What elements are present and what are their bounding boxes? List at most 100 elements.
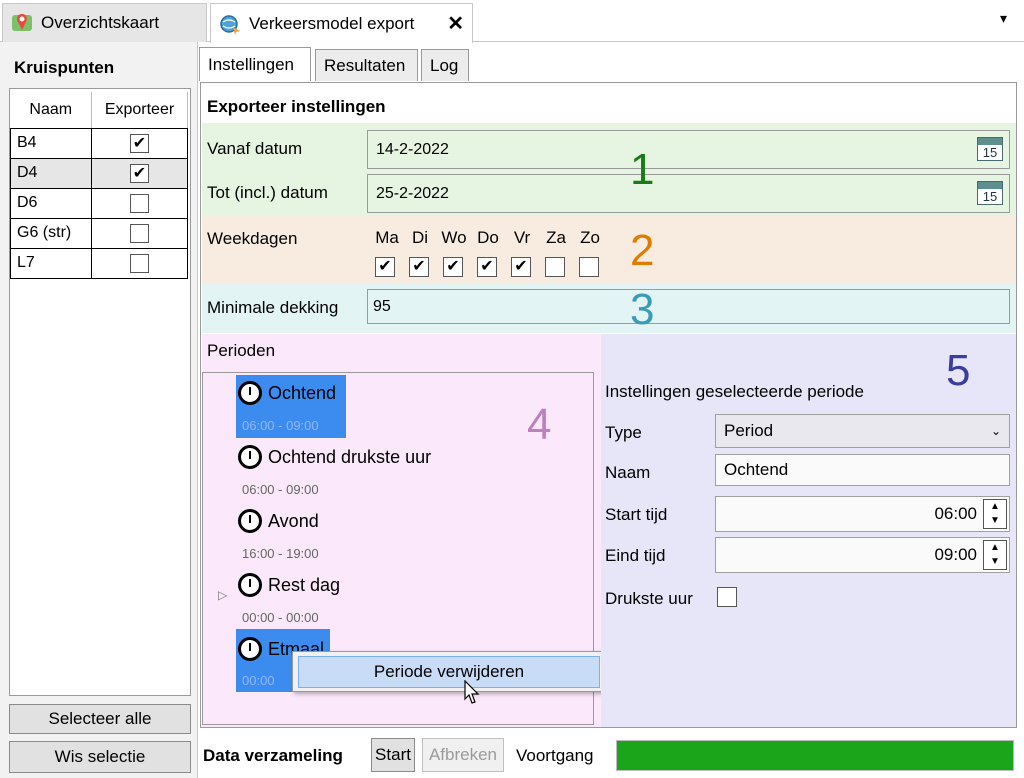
coverage-label: Minimale dekking bbox=[207, 298, 339, 317]
start-time-value: 06:00 bbox=[934, 504, 977, 523]
row-name: L7 bbox=[10, 247, 92, 279]
tab-overzichtskaart[interactable]: Overzichtskaart bbox=[2, 3, 207, 42]
type-value: Period bbox=[724, 421, 774, 440]
end-time-value: 09:00 bbox=[934, 545, 977, 564]
end-time-label: Eind tijd bbox=[605, 546, 666, 565]
select-all-button[interactable]: Selecteer alle bbox=[9, 704, 191, 734]
table-row[interactable]: B4 ✔ bbox=[10, 127, 188, 159]
clock-icon bbox=[238, 445, 262, 469]
table-row[interactable]: G6 (str) bbox=[10, 217, 188, 249]
start-time-spinner[interactable]: ▲ ▼ bbox=[983, 499, 1007, 529]
to-date-picker[interactable]: 25-2-2022 15 bbox=[367, 174, 1010, 213]
column-header-naam[interactable]: Naam bbox=[10, 92, 92, 129]
delete-period-menu-item[interactable]: Periode verwijderen bbox=[298, 656, 600, 688]
period-item-ochtend[interactable]: Ochtend bbox=[238, 381, 336, 405]
clock-icon bbox=[238, 637, 262, 661]
weekday-headers: Ma Di Wo Do Vr Za Zo bbox=[371, 228, 607, 248]
end-time-input[interactable]: 09:00 ▲ ▼ bbox=[715, 537, 1010, 573]
selected-period-title: Instellingen geselecteerde periode bbox=[605, 382, 864, 401]
tab-label: Overzichtskaart bbox=[41, 13, 160, 32]
kruispunten-table: Naam Exporteer B4 ✔ D4 ✔ D6 G6 (str) L7 bbox=[10, 92, 188, 279]
spin-up-icon[interactable]: ▲ bbox=[984, 541, 1006, 555]
section-title: Exporteer instellingen bbox=[207, 97, 386, 116]
busiest-hour-checkbox[interactable] bbox=[717, 587, 737, 607]
tab-verkeersmodel-export[interactable]: Verkeersmodel export ✕ bbox=[210, 3, 473, 43]
zone-marker-2: 2 bbox=[630, 226, 655, 275]
from-date-label: Vanaf datum bbox=[207, 139, 303, 158]
mouse-cursor-icon bbox=[464, 680, 480, 704]
weekday-checkbox-ma[interactable]: ✔ bbox=[375, 257, 395, 277]
spin-up-icon[interactable]: ▲ bbox=[984, 500, 1006, 514]
type-select[interactable]: Period ⌄ bbox=[715, 414, 1010, 448]
name-value: Ochtend bbox=[724, 460, 789, 479]
name-input[interactable]: Ochtend bbox=[715, 454, 1010, 486]
period-item-ochtend-drukste-uur[interactable]: Ochtend drukste uur bbox=[238, 445, 431, 469]
close-icon[interactable]: ✕ bbox=[447, 11, 464, 36]
from-date-picker[interactable]: 14-2-2022 15 bbox=[367, 130, 1010, 169]
name-label: Naam bbox=[605, 463, 651, 482]
table-row[interactable]: L7 bbox=[10, 247, 188, 279]
export-checkbox[interactable] bbox=[130, 253, 149, 273]
calendar-icon[interactable]: 15 bbox=[977, 181, 1003, 205]
weekday-vr: Vr bbox=[513, 228, 531, 247]
clear-selection-button[interactable]: Wis selectie bbox=[9, 741, 191, 773]
weekday-ma: Ma bbox=[375, 228, 399, 247]
period-item-rest-dag[interactable]: Rest dag bbox=[238, 573, 340, 597]
period-item-avond[interactable]: Avond bbox=[238, 509, 319, 533]
data-collection-title: Data verzameling bbox=[203, 746, 343, 765]
table-row[interactable]: D4 ✔ bbox=[10, 157, 188, 189]
row-name: D4 bbox=[10, 157, 92, 189]
tab-log[interactable]: Log bbox=[421, 49, 469, 81]
tab-overflow-icon[interactable]: ▾ bbox=[1000, 10, 1007, 27]
start-time-label: Start tijd bbox=[605, 505, 668, 524]
weekdays-label: Weekdagen bbox=[207, 229, 298, 248]
abort-button[interactable]: Afbreken bbox=[422, 738, 504, 772]
kruispunten-title: Kruispunten bbox=[14, 58, 115, 77]
weekday-checkbox-zo[interactable] bbox=[579, 257, 599, 277]
chevron-down-icon: ⌄ bbox=[990, 424, 1001, 438]
zone-marker-1: 1 bbox=[630, 145, 655, 194]
export-checkbox[interactable] bbox=[130, 193, 149, 213]
weekday-zo: Zo bbox=[580, 228, 600, 247]
expand-arrow-icon[interactable]: ▷ bbox=[218, 588, 227, 602]
spin-down-icon[interactable]: ▼ bbox=[984, 555, 1006, 569]
start-time-input[interactable]: 06:00 ▲ ▼ bbox=[715, 496, 1010, 532]
weekday-checkbox-di[interactable]: ✔ bbox=[409, 257, 429, 277]
end-time-spinner[interactable]: ▲ ▼ bbox=[983, 540, 1007, 570]
to-date-label: Tot (incl.) datum bbox=[207, 183, 328, 202]
progress-label: Voortgang bbox=[516, 746, 594, 765]
progress-bar bbox=[616, 740, 1014, 771]
export-checkbox[interactable]: ✔ bbox=[130, 133, 149, 153]
period-time: 06:00 - 09:00 bbox=[242, 482, 319, 497]
calendar-icon[interactable]: 15 bbox=[977, 137, 1003, 161]
periods-label: Perioden bbox=[207, 341, 276, 360]
clock-icon bbox=[238, 509, 262, 533]
spin-down-icon[interactable]: ▼ bbox=[984, 514, 1006, 528]
tab-label: Verkeersmodel export bbox=[249, 13, 415, 33]
weekday-checkbox-vr[interactable]: ✔ bbox=[511, 257, 531, 277]
from-date-value: 14-2-2022 bbox=[376, 140, 449, 158]
map-pin-icon bbox=[12, 14, 32, 31]
export-checkbox[interactable] bbox=[130, 223, 149, 243]
zone-marker-3: 3 bbox=[630, 285, 655, 334]
weekday-checkbox-za[interactable] bbox=[545, 257, 565, 277]
period-time: 00:00 - 00:00 bbox=[242, 610, 319, 625]
coverage-value: 95 bbox=[373, 297, 391, 315]
tab-resultaten[interactable]: Resultaten bbox=[315, 49, 418, 81]
table-row[interactable]: D6 bbox=[10, 187, 188, 219]
tab-instellingen[interactable]: Instellingen bbox=[199, 47, 311, 81]
start-button[interactable]: Start bbox=[371, 738, 415, 772]
coverage-input[interactable]: 95 bbox=[367, 289, 1010, 324]
zone-marker-5: 5 bbox=[946, 346, 971, 395]
weekday-wo: Wo bbox=[441, 228, 467, 247]
column-header-exporteer[interactable]: Exporteer bbox=[91, 92, 188, 129]
clock-icon bbox=[238, 381, 262, 405]
row-name: B4 bbox=[10, 127, 92, 159]
row-name: D6 bbox=[10, 187, 92, 219]
weekday-checkbox-wo[interactable]: ✔ bbox=[443, 257, 463, 277]
busiest-hour-label: Drukste uur bbox=[605, 589, 693, 608]
export-checkbox[interactable]: ✔ bbox=[130, 163, 149, 183]
period-time: 00:00 bbox=[242, 673, 275, 688]
period-time: 16:00 - 19:00 bbox=[242, 546, 319, 561]
weekday-checkbox-do[interactable]: ✔ bbox=[477, 257, 497, 277]
